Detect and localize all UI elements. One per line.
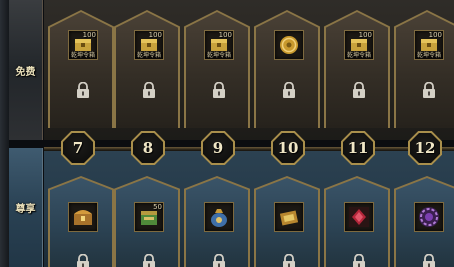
gold-chest-icon: 100 乾坤令箱 <box>414 30 444 60</box>
level-badge: 8 <box>131 131 165 165</box>
premium-reward-card[interactable] <box>254 176 320 267</box>
lock-icon <box>142 253 156 267</box>
free-reward-card[interactable] <box>254 10 320 128</box>
level-badge: 10 <box>271 131 305 165</box>
scroll-box-icon <box>274 202 304 232</box>
treasure-chest-icon <box>68 202 98 232</box>
gold-chest-icon: 100 乾坤令箱 <box>68 30 98 60</box>
premium-reward-card[interactable]: 50 <box>114 176 180 267</box>
level-track: 7 8 9 10 11 12 <box>44 128 454 168</box>
purple-orb-icon <box>414 202 444 232</box>
money-bag-icon <box>204 202 234 232</box>
lock-icon <box>212 81 226 98</box>
level-badge: 7 <box>61 131 95 165</box>
lock-icon <box>76 253 90 267</box>
gold-chest-icon: 100 乾坤令箱 <box>134 30 164 60</box>
premium-reward-card[interactable] <box>48 176 114 267</box>
lock-icon <box>282 81 296 98</box>
premium-track-label: 尊享 <box>9 148 43 267</box>
left-frame <box>0 0 9 267</box>
free-track-label: 免费 <box>9 0 43 140</box>
lock-icon <box>422 253 436 267</box>
free-reward-card[interactable]: 100 乾坤令箱 <box>114 10 180 128</box>
lock-icon <box>142 81 156 98</box>
premium-reward-card[interactable] <box>394 176 454 267</box>
green-box-icon: 50 <box>134 202 164 232</box>
lock-icon <box>212 253 226 267</box>
premium-reward-card[interactable] <box>324 176 390 267</box>
gold-coin-icon <box>274 30 304 60</box>
gold-chest-icon: 100 乾坤令箱 <box>344 30 374 60</box>
lock-icon <box>352 81 366 98</box>
premium-reward-card[interactable] <box>184 176 250 267</box>
free-reward-card[interactable]: 100 乾坤令箱 <box>394 10 454 128</box>
red-gem-icon <box>344 202 374 232</box>
lock-icon <box>422 81 436 98</box>
level-badge: 11 <box>341 131 375 165</box>
level-line <box>44 147 454 151</box>
lock-icon <box>76 81 90 98</box>
free-reward-card[interactable]: 100 乾坤令箱 <box>324 10 390 128</box>
free-reward-card[interactable]: 100 乾坤令箱 <box>184 10 250 128</box>
gold-chest-icon: 100 乾坤令箱 <box>204 30 234 60</box>
lock-icon <box>282 253 296 267</box>
lock-icon <box>352 253 366 267</box>
level-badge: 12 <box>408 131 442 165</box>
level-badge: 9 <box>201 131 235 165</box>
free-reward-card[interactable]: 100 乾坤令箱 <box>48 10 114 128</box>
